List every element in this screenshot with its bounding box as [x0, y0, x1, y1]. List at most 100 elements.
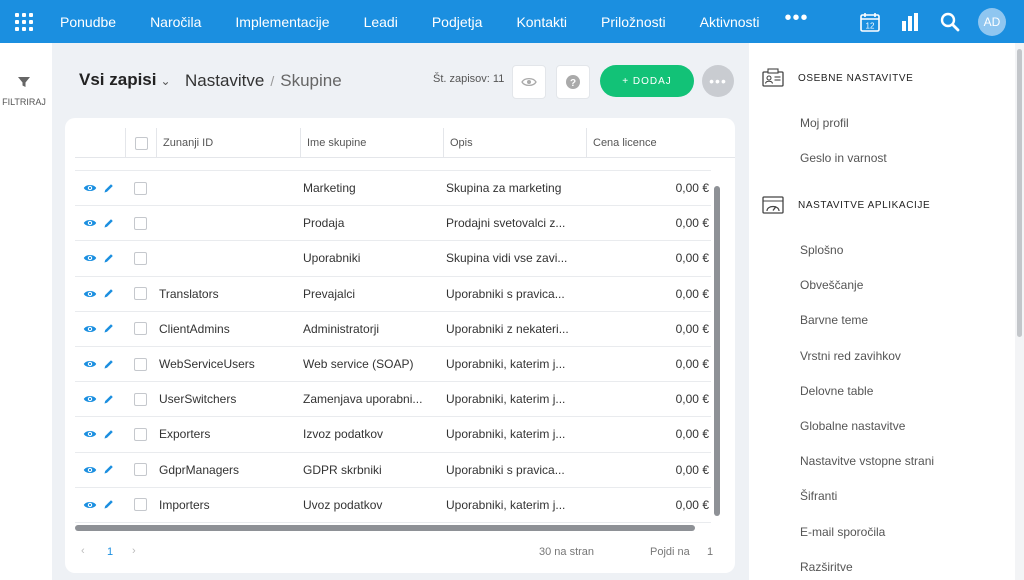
table-row[interactable]: Prodaja Prodajni svetovalci z... 0,00 €: [75, 206, 711, 242]
eye-icon[interactable]: [83, 429, 97, 439]
row-checkbox[interactable]: [134, 392, 147, 406]
edit-pencil-icon[interactable]: [103, 359, 114, 370]
view-button[interactable]: [512, 65, 546, 99]
app-settings-item[interactable]: Splošno: [749, 233, 1015, 268]
app-settings-item[interactable]: Barvne teme: [749, 303, 1015, 338]
app-settings-item[interactable]: Vrstni red zavihkov: [749, 339, 1015, 374]
eye-icon[interactable]: [83, 218, 97, 228]
vertical-scrollbar[interactable]: [714, 186, 720, 516]
table-row[interactable]: WebServiceUsers Web service (SOAP) Uporabn…: [75, 347, 711, 383]
nav-item-podjetja[interactable]: Podjetja: [415, 14, 500, 30]
help-button[interactable]: ?: [556, 65, 590, 99]
column-header-group-name[interactable]: Ime skupine: [300, 128, 443, 158]
edit-pencil-icon[interactable]: [103, 183, 114, 194]
eye-icon[interactable]: [83, 394, 97, 404]
search-icon[interactable]: [930, 0, 970, 43]
row-actions: [75, 394, 125, 405]
table-row[interactable]: Translators Prevajalci Uporabniki s pravic…: [75, 277, 711, 312]
row-checkbox[interactable]: [134, 251, 147, 265]
next-page-button[interactable]: ›: [132, 545, 136, 557]
table-row[interactable]: Importers Uvoz podatkov Uporabniki, kateri…: [75, 488, 711, 523]
row-checkbox[interactable]: [134, 498, 147, 512]
header-actions: [75, 128, 125, 158]
pagination: ‹ 1 › 30 na stran Pojdi na 1: [75, 543, 725, 563]
row-checkbox[interactable]: [134, 463, 147, 477]
edit-pencil-icon[interactable]: [103, 464, 114, 475]
row-checkbox[interactable]: [134, 427, 147, 441]
help-icon: ?: [566, 75, 580, 89]
eye-icon[interactable]: [83, 183, 97, 193]
eye-icon[interactable]: [83, 359, 97, 369]
go-to-page-input[interactable]: 1: [707, 546, 713, 558]
cell-license-price: 0,00 €: [675, 181, 709, 196]
per-page-select[interactable]: 30 na stran: [539, 546, 594, 558]
previous-page-button[interactable]: ‹: [81, 545, 85, 557]
nav-item-kontakti[interactable]: Kontakti: [499, 14, 584, 30]
eye-icon[interactable]: [83, 253, 97, 263]
app-settings-item[interactable]: Nastavitve vstopne strani: [749, 444, 1015, 479]
eye-icon[interactable]: [83, 289, 97, 299]
more-options-icon[interactable]: •••: [702, 65, 734, 97]
add-button[interactable]: + DODAJ: [600, 65, 694, 97]
edit-pencil-icon[interactable]: [103, 218, 114, 229]
breadcrumb: Nastavitve / Skupine: [185, 71, 342, 91]
column-header-description[interactable]: Opis: [443, 128, 586, 158]
app-settings-item[interactable]: E-mail sporočila: [749, 515, 1015, 550]
table-row[interactable]: Uporabniki Skupina vidi vse zavi... 0,00 €: [75, 241, 711, 277]
nav-item-aktivnosti[interactable]: Aktivnosti: [683, 14, 777, 30]
cell-group-name: Uporabniki: [303, 251, 361, 266]
table-row[interactable]: UserSwitchers Zamenjava uporabni... Uporab…: [75, 382, 711, 418]
edit-pencil-icon[interactable]: [103, 253, 114, 264]
edit-pencil-icon[interactable]: [103, 394, 114, 405]
edit-pencil-icon[interactable]: [103, 499, 114, 510]
personal-settings-item[interactable]: Moj profil: [749, 106, 1015, 141]
nav-item-narocila[interactable]: Naročila: [133, 14, 218, 30]
edit-pencil-icon[interactable]: [103, 288, 114, 299]
apps-grid-icon[interactable]: [0, 0, 48, 43]
app-settings-item[interactable]: Obveščanje: [749, 268, 1015, 303]
cell-external-id: ClientAdmins: [159, 321, 230, 336]
app-settings-item[interactable]: Delovne table: [749, 374, 1015, 409]
column-header-license-price[interactable]: Cena licence: [586, 128, 735, 158]
row-select: [125, 427, 156, 441]
breadcrumb-parent[interactable]: Nastavitve: [185, 71, 264, 90]
row-checkbox[interactable]: [134, 216, 147, 230]
app-settings-item[interactable]: Razširitve: [749, 550, 1015, 580]
select-all-checkbox[interactable]: [134, 136, 148, 150]
table-row[interactable]: Marketing Skupina za marketing 0,00 €: [75, 171, 711, 207]
horizontal-scrollbar[interactable]: [75, 525, 695, 531]
row-select: [125, 181, 156, 195]
table-row[interactable]: GdprManagers GDPR skrbniki Uporabniki s pr…: [75, 453, 711, 488]
bar-chart-icon[interactable]: [890, 0, 930, 43]
user-avatar[interactable]: AD: [978, 7, 1006, 36]
nav-item-implementacije[interactable]: Implementacije: [218, 14, 346, 30]
nav-more-button[interactable]: •••: [777, 8, 817, 33]
all-records-dropdown[interactable]: Vsi zapisi ⌄: [79, 70, 171, 90]
table-header: Zunanji ID Ime skupine Opis Cena licence: [75, 128, 735, 158]
page-number[interactable]: 1: [107, 546, 113, 558]
column-header-external-id[interactable]: Zunanji ID: [156, 128, 300, 158]
nav-item-leadi[interactable]: Leadi: [347, 14, 415, 30]
filter-button[interactable]: FILTRIRAJ: [0, 75, 48, 107]
row-checkbox[interactable]: [134, 287, 147, 301]
app-settings-item[interactable]: Globalne nastavitve: [749, 409, 1015, 444]
panel-scrollbar[interactable]: [1015, 43, 1024, 580]
edit-pencil-icon[interactable]: [103, 323, 114, 334]
app-settings-section: NASTAVITVE APLIKACIJE Splošno Obveščanje B…: [749, 191, 1015, 580]
eye-icon[interactable]: [83, 500, 97, 510]
row-select: [125, 463, 156, 477]
row-checkbox[interactable]: [134, 322, 147, 336]
row-actions: [75, 429, 125, 440]
personal-settings-item[interactable]: Geslo in varnost: [749, 141, 1015, 176]
nav-item-ponudbe[interactable]: Ponudbe: [48, 14, 133, 30]
row-checkbox[interactable]: [134, 181, 147, 195]
edit-pencil-icon[interactable]: [103, 429, 114, 440]
table-row[interactable]: ClientAdmins Administratorji Uporabniki z …: [75, 312, 711, 347]
nav-item-priloznosti[interactable]: Priložnosti: [584, 14, 683, 30]
row-checkbox[interactable]: [134, 357, 147, 371]
app-settings-item[interactable]: Šifranti: [749, 479, 1015, 514]
eye-icon[interactable]: [83, 465, 97, 475]
eye-icon[interactable]: [83, 324, 97, 334]
table-row[interactable]: Exporters Izvoz podatkov Uporabniki, kater…: [75, 417, 711, 453]
calendar-icon[interactable]: 12: [850, 0, 890, 43]
